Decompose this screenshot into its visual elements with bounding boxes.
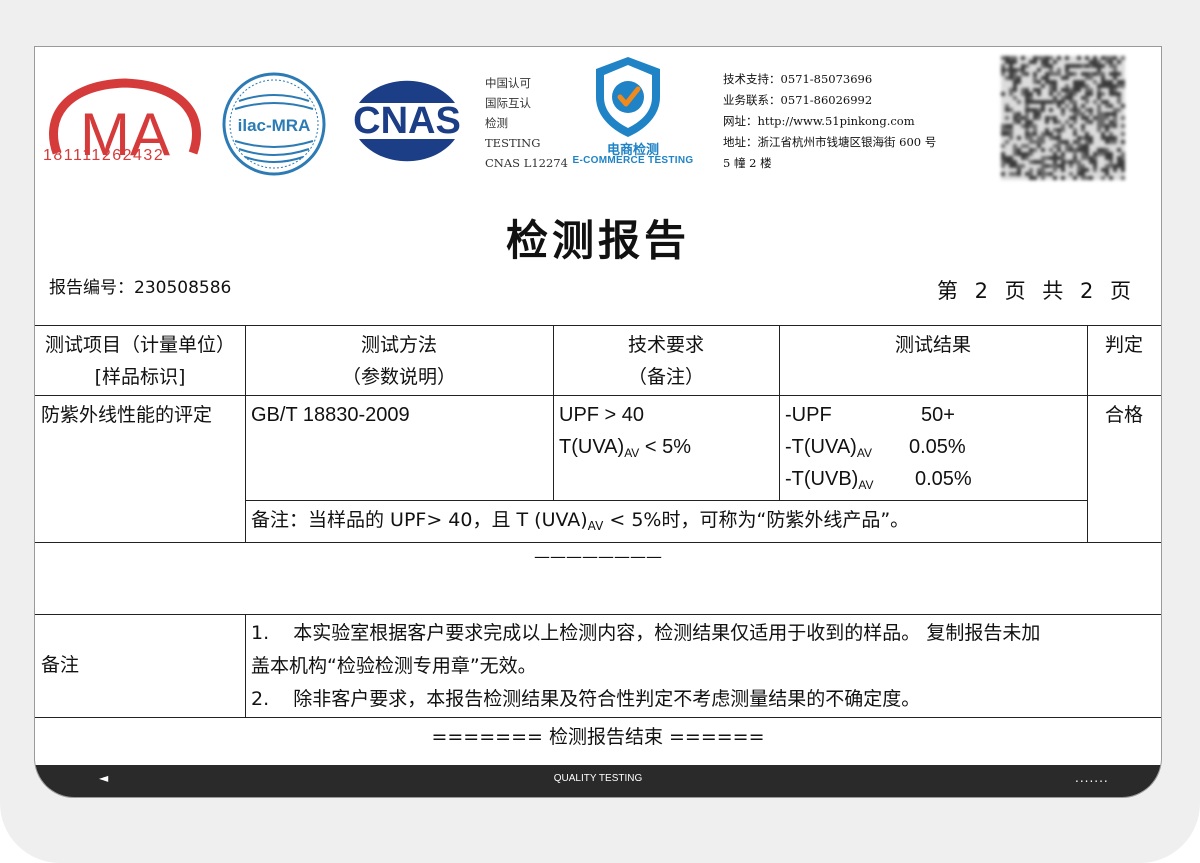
result-upf: -UPF 50+ xyxy=(785,404,955,426)
footer-label: QUALITY TESTING xyxy=(553,773,643,784)
more-dots-icon[interactable]: ....... xyxy=(1075,771,1109,785)
contact-website: 网址：http://www.51pinkong.com xyxy=(723,114,915,128)
test-results-table: 测试项目（计量单位） [样品标识] 测试方法 （参数说明） 技术要求 （备注） … xyxy=(35,325,1161,797)
cnas-line: 检测 xyxy=(485,116,508,130)
blank-row-line: ———————— xyxy=(534,547,662,566)
judgement-cell: 合格 xyxy=(1104,404,1143,426)
remark-1: 1. 本实验室根据客户要求完成以上检测内容，检测结果仅适用于收到的样品。 复制报… xyxy=(251,622,1041,644)
cnas-line: CNAS L12274 xyxy=(485,156,568,170)
header-judgement: 判定 xyxy=(1104,334,1143,356)
header-result: 测试结果 xyxy=(894,334,971,356)
cnas-accreditation-text: 中国认可 国际互认 检测 TESTING CNAS L12274 xyxy=(485,73,575,173)
remark-1-cont: 盖本机构“检验检测专用章”无效。 xyxy=(251,655,537,677)
report-end-line: ======= 检测报告结束 ====== xyxy=(431,726,765,748)
test-item-cell: 防紫外线性能的评定 xyxy=(41,404,213,426)
contact-business: 业务联系：0571-86026992 xyxy=(723,93,873,107)
report-title: 检测报告 xyxy=(505,216,690,265)
requirement-upf: UPF > 40 xyxy=(559,404,645,426)
contact-address: 地址：浙江省杭州市钱塘区银海街 600 号 xyxy=(723,135,937,149)
result-uva: -T(UVA)AV 0.05% xyxy=(785,436,966,460)
contact-address-line2: 5 幢 2 楼 xyxy=(723,156,772,170)
result-uvb: -T(UVB)AV 0.05% xyxy=(785,468,972,492)
remarks-label: 备注 xyxy=(41,654,80,676)
cnas-line: TESTING xyxy=(485,136,541,150)
cnas-line: 国际互认 xyxy=(485,96,531,110)
report-number: 报告编号：230508586 xyxy=(49,278,232,298)
requirement-cell: UPF > 40 T(UVA)AV < 5% xyxy=(559,399,779,469)
test-method-cell: GB/T 18830-2009 xyxy=(251,404,410,426)
ilac-mra-logo-icon: ilac-MRA xyxy=(222,72,326,176)
cnas-line: 中国认可 xyxy=(485,76,531,90)
result-cell: -UPF 50+ -T(UVA)AV 0.05% -T(UVB)AV 0.05% xyxy=(785,399,1085,495)
header-test-method: 测试方法 （参数说明） xyxy=(341,334,456,388)
ecommerce-title-en: E-COMMERCE TESTING xyxy=(572,155,694,166)
header-requirement: 技术要求 （备注） xyxy=(627,334,704,388)
ecommerce-shield-icon xyxy=(596,57,660,137)
cnas-text: CNAS xyxy=(353,100,461,142)
header-test-item: 测试项目（计量单位） [样品标识] xyxy=(44,334,235,388)
cnas-logo-icon: CNAS xyxy=(353,80,461,162)
remarks-content: 1. 本实验室根据客户要求完成以上检测内容，检测结果仅适用于收到的样品。 复制报… xyxy=(251,617,1159,716)
contact-tech-support: 技术支持：0571-85073696 xyxy=(723,72,873,86)
page-indicator: 第 2 页 共 2 页 xyxy=(936,279,1133,303)
qr-code-icon xyxy=(1001,56,1125,180)
report-document: MA 181111262432 ilac-MRA CNAS 中国认可 国际互认 … xyxy=(34,46,1162,798)
row-note: 备注：当样品的 UPF> 40，且 T (UVA)AV < 5%时，可称为“防紫… xyxy=(251,509,910,533)
cma-number: 181111262432 xyxy=(43,147,165,164)
ilac-text: ilac-MRA xyxy=(238,116,311,135)
footer-bar: ◄ QUALITY TESTING ....... xyxy=(35,765,1161,797)
requirement-uva: T(UVA)AV < 5% xyxy=(559,436,692,460)
contact-info: 技术支持：0571-85073696 业务联系：0571-86026992 网址… xyxy=(723,69,993,174)
remark-2: 2. 除非客户要求，本报告检测结果及符合性判定不考虑测量结果的不确定度。 xyxy=(251,688,921,710)
